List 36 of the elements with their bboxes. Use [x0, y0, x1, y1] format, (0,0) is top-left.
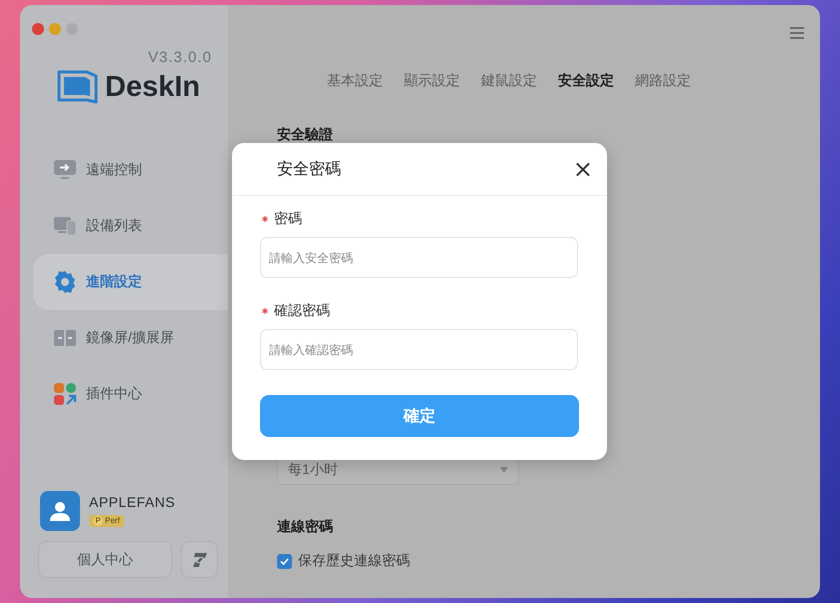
apps-icon: [53, 382, 77, 406]
profile-button[interactable]: 個人中心: [38, 541, 172, 578]
logo-icon: [55, 68, 99, 106]
checkbox[interactable]: [277, 554, 292, 568]
person-icon: [49, 500, 71, 522]
settings-tab[interactable]: 網路設定: [635, 72, 691, 90]
section-title: 連線密碼: [277, 518, 334, 536]
brand-name: DeskIn: [105, 70, 200, 104]
monitor-icon: [53, 158, 77, 182]
field-label: 密碼: [274, 210, 302, 228]
settings-tab[interactable]: 鍵鼠設定: [481, 72, 537, 90]
sidebar-item[interactable]: 遠端控制: [33, 142, 228, 198]
caret-icon: [500, 466, 508, 472]
section-title: 安全驗證: [277, 126, 334, 144]
user-name: APPLEFANS: [89, 494, 176, 510]
field-label: 確認密碼: [274, 302, 330, 320]
switch-button[interactable]: [181, 541, 218, 578]
dialog-title: 安全密碼: [277, 160, 341, 180]
checkbox-label: 保存歷史連線密碼: [298, 552, 410, 570]
menu-icon: [790, 27, 804, 39]
password-field[interactable]: 請輸入確認密碼: [260, 329, 578, 370]
confirm-button[interactable]: 確定: [260, 395, 579, 437]
check-icon: [280, 558, 289, 564]
sidebar-item[interactable]: 進階設定: [33, 254, 228, 310]
settings-tab[interactable]: 顯示設定: [404, 72, 460, 90]
settings-tab[interactable]: 基本設定: [327, 72, 383, 90]
password-field[interactable]: 請輸入安全密碼: [260, 237, 578, 278]
membership-badge: P Perf: [89, 514, 124, 526]
close-button[interactable]: [32, 23, 44, 35]
gear-icon: [53, 270, 77, 294]
settings-tab[interactable]: 安全設定: [558, 72, 614, 90]
sidebar-item[interactable]: 設備列表: [33, 198, 228, 254]
sidebar-item[interactable]: 插件中心: [33, 366, 228, 422]
version-label: V3.3.0.0: [148, 49, 212, 66]
sidebar-item[interactable]: 鏡像屏/擴展屏: [33, 310, 228, 366]
close-button[interactable]: ×: [572, 157, 593, 181]
